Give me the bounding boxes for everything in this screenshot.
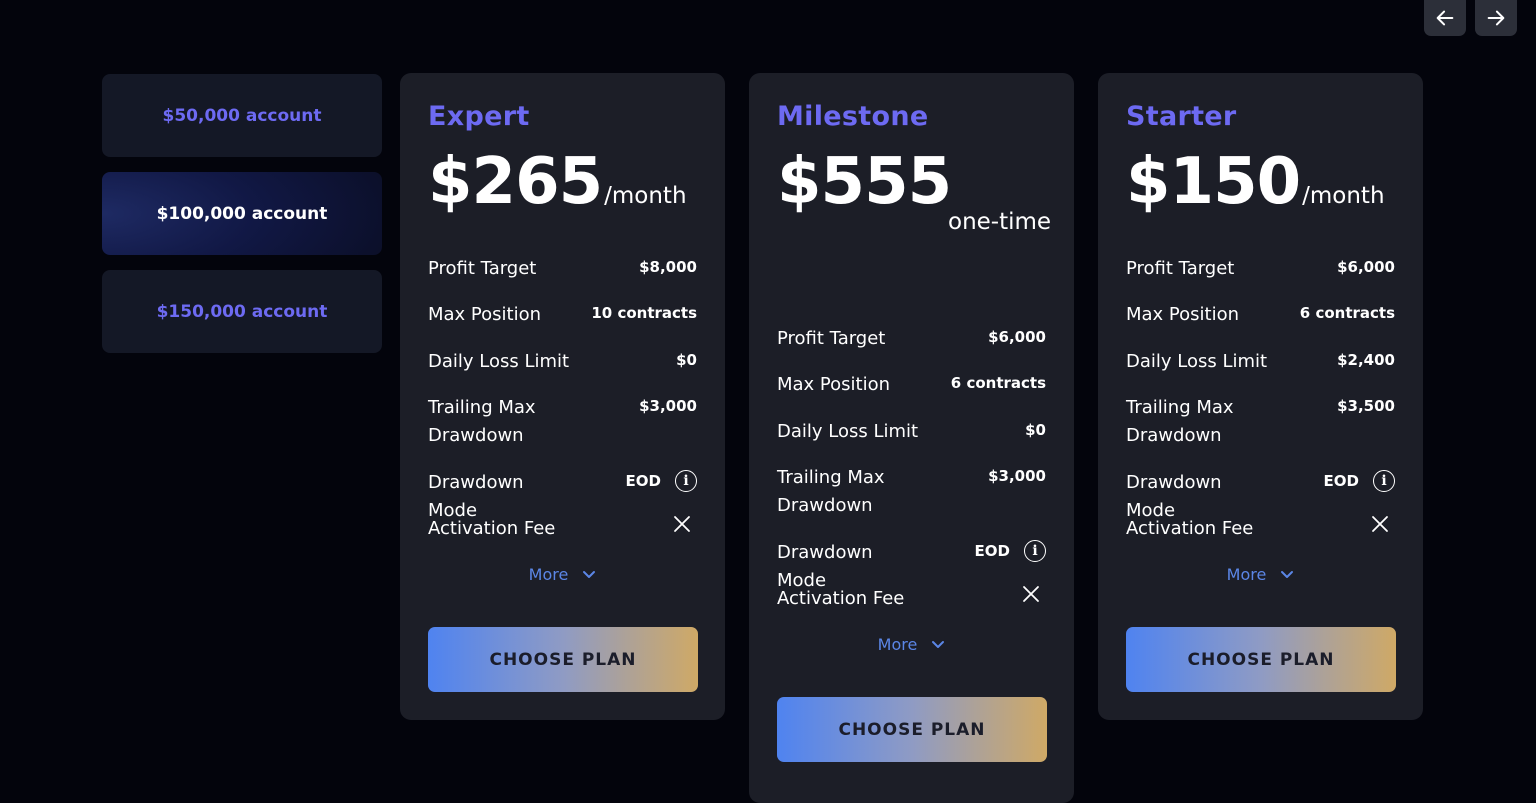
choose-plan-button[interactable]: CHOOSE PLAN — [428, 627, 698, 692]
more-label: More — [877, 635, 918, 654]
profit-target-row: Profit Target $8,000 — [428, 255, 697, 283]
row-value: EOD i — [975, 539, 1046, 563]
plan-price: $265 — [428, 145, 603, 219]
account-option-150k[interactable]: $150,000 account — [102, 270, 382, 353]
account-option-label: $100,000 account — [156, 203, 328, 224]
row-value: 6 contracts — [1299, 304, 1395, 322]
account-option-100k[interactable]: $100,000 account — [102, 172, 382, 255]
row-label: Activation Fee — [1126, 518, 1254, 539]
row-label: Profit Target — [777, 328, 886, 349]
chevron-down-icon — [1281, 570, 1294, 578]
next-button[interactable] — [1475, 0, 1517, 36]
close-icon — [673, 515, 697, 533]
drawdown-mode-value: EOD — [625, 472, 661, 490]
account-option-label: $150,000 account — [156, 301, 328, 322]
more-label: More — [528, 565, 569, 584]
activation-fee-row: Activation Fee — [777, 585, 1046, 613]
more-toggle[interactable]: More — [400, 565, 725, 584]
trailing-drawdown-row: Trailing Max Drawdown $3,000 — [777, 464, 1046, 520]
profit-target-row: Profit Target $6,000 — [777, 325, 1046, 353]
row-label: Activation Fee — [777, 588, 905, 609]
row-label: Profit Target — [1126, 258, 1235, 279]
drawdown-mode-value: EOD — [1323, 472, 1359, 490]
plan-name: Milestone — [777, 101, 929, 132]
info-icon[interactable]: i — [1373, 470, 1395, 492]
plan-card-milestone: Milestone $555 one-time Profit Target $6… — [749, 73, 1074, 803]
row-label: Activation Fee — [428, 518, 556, 539]
choose-plan-button[interactable]: CHOOSE PLAN — [777, 697, 1047, 762]
daily-loss-row: Daily Loss Limit $0 — [777, 418, 1046, 446]
arrow-right-icon — [1487, 10, 1505, 26]
row-label: Profit Target — [428, 258, 537, 279]
max-position-row: Max Position 10 contracts — [428, 301, 697, 329]
row-label: Max Position — [777, 374, 891, 395]
trailing-drawdown-row: Trailing Max Drawdown $3,500 — [1126, 394, 1395, 450]
row-value: 10 contracts — [591, 304, 697, 322]
trailing-drawdown-row: Trailing Max Drawdown $3,000 — [428, 394, 697, 450]
daily-loss-row: Daily Loss Limit $0 — [428, 348, 697, 376]
row-label: Max Position — [428, 304, 542, 325]
profit-target-row: Profit Target $6,000 — [1126, 255, 1395, 283]
row-value: $2,400 — [1337, 351, 1395, 369]
plan-price: $555 — [777, 145, 952, 219]
plan-name: Expert — [428, 101, 530, 132]
max-position-row: Max Position 6 contracts — [777, 371, 1046, 399]
more-label: More — [1226, 565, 1267, 584]
max-position-row: Max Position 6 contracts — [1126, 301, 1395, 329]
row-value: $0 — [676, 351, 697, 369]
more-toggle[interactable]: More — [1098, 565, 1423, 584]
row-value: $3,500 — [1337, 397, 1395, 415]
account-option-label: $50,000 account — [162, 105, 322, 126]
activation-fee-row: Activation Fee — [428, 515, 697, 543]
activation-fee-row: Activation Fee — [1126, 515, 1395, 543]
row-label: Trailing Max Drawdown — [1126, 397, 1234, 446]
row-label: Daily Loss Limit — [1126, 351, 1268, 372]
account-option-50k[interactable]: $50,000 account — [102, 74, 382, 157]
choose-plan-button[interactable]: CHOOSE PLAN — [1126, 627, 1396, 692]
prev-button[interactable] — [1424, 0, 1466, 36]
chevron-down-icon — [583, 570, 596, 578]
close-icon — [1022, 585, 1046, 603]
plan-price: $150 — [1126, 145, 1301, 219]
row-label: Max Position — [1126, 304, 1240, 325]
plan-period: /month — [1302, 183, 1385, 209]
row-value: $6,000 — [988, 328, 1046, 346]
row-value: $6,000 — [1337, 258, 1395, 276]
row-label: Daily Loss Limit — [777, 421, 919, 442]
info-icon[interactable]: i — [1024, 540, 1046, 562]
row-value: $3,000 — [639, 397, 697, 415]
plan-card-expert: Expert $265/month Profit Target $8,000 M… — [400, 73, 725, 720]
row-value: $0 — [1025, 421, 1046, 439]
row-value: 6 contracts — [950, 374, 1046, 392]
more-toggle[interactable]: More — [749, 635, 1074, 654]
plan-card-starter: Starter $150/month Profit Target $6,000 … — [1098, 73, 1423, 720]
drawdown-mode-value: EOD — [974, 542, 1010, 560]
daily-loss-row: Daily Loss Limit $2,400 — [1126, 348, 1395, 376]
arrow-left-icon — [1436, 10, 1454, 26]
price-row: $265/month — [428, 145, 687, 219]
row-label: Trailing Max Drawdown — [777, 467, 885, 516]
row-label: Trailing Max Drawdown — [428, 397, 536, 446]
price-row: $555 — [777, 145, 952, 219]
row-value: $8,000 — [639, 258, 697, 276]
plan-period: /month — [604, 183, 687, 209]
row-label: Daily Loss Limit — [428, 351, 570, 372]
info-icon[interactable]: i — [675, 470, 697, 492]
price-row: $150/month — [1126, 145, 1385, 219]
plan-period: one-time — [948, 209, 1052, 235]
plan-name: Starter — [1126, 101, 1237, 132]
row-value: EOD i — [626, 469, 697, 493]
row-value: EOD i — [1324, 469, 1395, 493]
chevron-down-icon — [932, 640, 945, 648]
row-value: $3,000 — [988, 467, 1046, 485]
close-icon — [1371, 515, 1395, 533]
